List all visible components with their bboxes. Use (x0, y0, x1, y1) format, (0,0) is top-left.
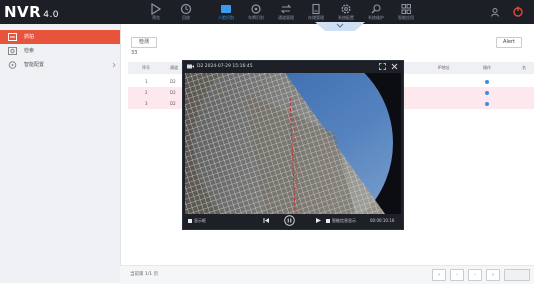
preview-icon (151, 3, 162, 15)
storage-icon (312, 3, 320, 15)
col-action: 操作 (483, 65, 491, 70)
power-icon[interactable] (512, 5, 524, 18)
play-icon[interactable] (315, 217, 322, 224)
sidebar-item-search[interactable]: 检索 (0, 44, 120, 58)
nav-label: 智能应用 (398, 15, 414, 20)
apps-icon (401, 4, 411, 14)
sidebar-item-capture[interactable]: 抓拍 (0, 30, 120, 44)
chevron-right-icon (112, 62, 116, 68)
last-page-button[interactable]: » (486, 269, 500, 281)
sidebar-item-smart-config[interactable]: 智能配置 (0, 58, 120, 72)
row-channel: D2 (170, 101, 176, 106)
col-ip: IP地址 (438, 65, 450, 70)
chevron-down-icon[interactable] (336, 23, 344, 29)
prev-page-button[interactable]: ‹ (450, 269, 464, 281)
row-index: 2 (145, 90, 148, 95)
channel-icon (280, 4, 292, 14)
playback-icon (180, 3, 192, 15)
close-icon[interactable] (391, 63, 398, 70)
row-channel: D2 (170, 90, 176, 95)
smart-info-label: 智能信息显示 (332, 218, 356, 223)
smart-config-icon (8, 61, 17, 69)
smart-info-checkbox[interactable] (326, 218, 330, 223)
col-channel: 通道 (170, 65, 178, 70)
app-logo: NVR 4.0 (4, 3, 59, 21)
page-jump-input[interactable] (504, 269, 530, 281)
user-icon[interactable] (490, 7, 500, 17)
nav-apps[interactable]: 智能应用 (386, 2, 426, 23)
row-index: 1 (145, 79, 148, 84)
sidebar-item-label: 抓拍 (24, 34, 35, 40)
fullscreen-icon[interactable] (379, 63, 386, 70)
nav-label: 回放 (182, 15, 190, 20)
status-dot[interactable] (485, 79, 489, 84)
show-box-checkbox[interactable] (188, 218, 192, 223)
player-controls: 显示框 智能信息显示 00:00:10:16 (185, 214, 401, 229)
prev-frame-icon[interactable] (263, 217, 270, 224)
app-name: NVR (4, 3, 42, 21)
show-box-label: 显示框 (194, 218, 206, 223)
detect-button[interactable]: 检测 (131, 37, 157, 48)
first-page-button[interactable]: « (432, 269, 446, 281)
footer-bar: 当前第 1/1 页 « ‹ › » (120, 265, 534, 284)
row-channel: D2 (170, 79, 176, 84)
col-index: 序号 (142, 65, 150, 70)
search-icon (8, 47, 17, 55)
video-frame[interactable] (185, 73, 401, 214)
settings-icon (341, 4, 351, 14)
alert-button[interactable]: Alert (496, 37, 522, 48)
status-dot[interactable] (485, 90, 489, 95)
video-player-modal: D2 2024-07-29 15:16:45 显示框 智能信息显示 00:00:… (182, 60, 404, 230)
row-index: 3 (145, 101, 148, 106)
playback-timestamp: 00:00:10:16 (370, 218, 395, 223)
face-icon (221, 5, 231, 13)
app-version: 4.0 (43, 10, 60, 20)
page-info: 当前第 1/1 页 (130, 272, 159, 277)
result-count: 33 (131, 50, 138, 56)
pause-icon[interactable] (284, 215, 295, 226)
maintenance-icon (371, 4, 381, 14)
nav-playback[interactable]: 回放 (166, 2, 206, 23)
plate-icon (251, 4, 261, 14)
camera-icon (187, 64, 194, 69)
capture-icon (8, 33, 17, 41)
next-page-button[interactable]: › (468, 269, 482, 281)
sidebar-item-label: 智能配置 (24, 62, 45, 68)
sidebar-item-label: 检索 (24, 48, 35, 54)
player-title: D2 2024-07-29 15:16:45 (197, 64, 253, 69)
col-name: 名 (522, 65, 526, 70)
status-dot[interactable] (485, 101, 489, 106)
